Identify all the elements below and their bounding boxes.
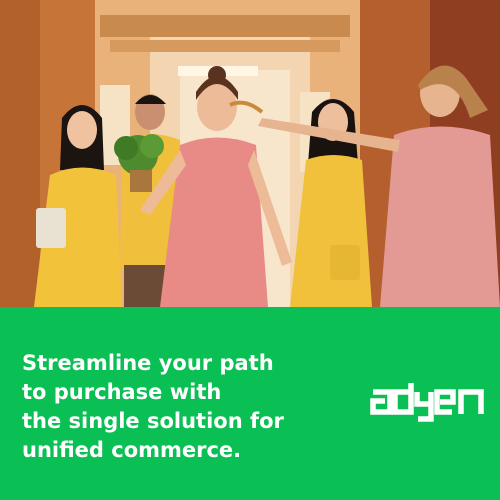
headline-line: to purchase with bbox=[22, 380, 222, 404]
headline-line: unified commerce. bbox=[22, 438, 242, 462]
headline-line: Streamline your path bbox=[22, 351, 274, 375]
adyen-logo[interactable] bbox=[370, 380, 488, 422]
headline-line: the single solution for bbox=[22, 409, 284, 433]
ad-banner[interactable]: Streamline your path to purchase with th… bbox=[0, 0, 500, 500]
headline: Streamline your path to purchase with th… bbox=[22, 349, 352, 465]
hero-photo bbox=[0, 0, 500, 307]
photo-illustration bbox=[0, 0, 500, 307]
